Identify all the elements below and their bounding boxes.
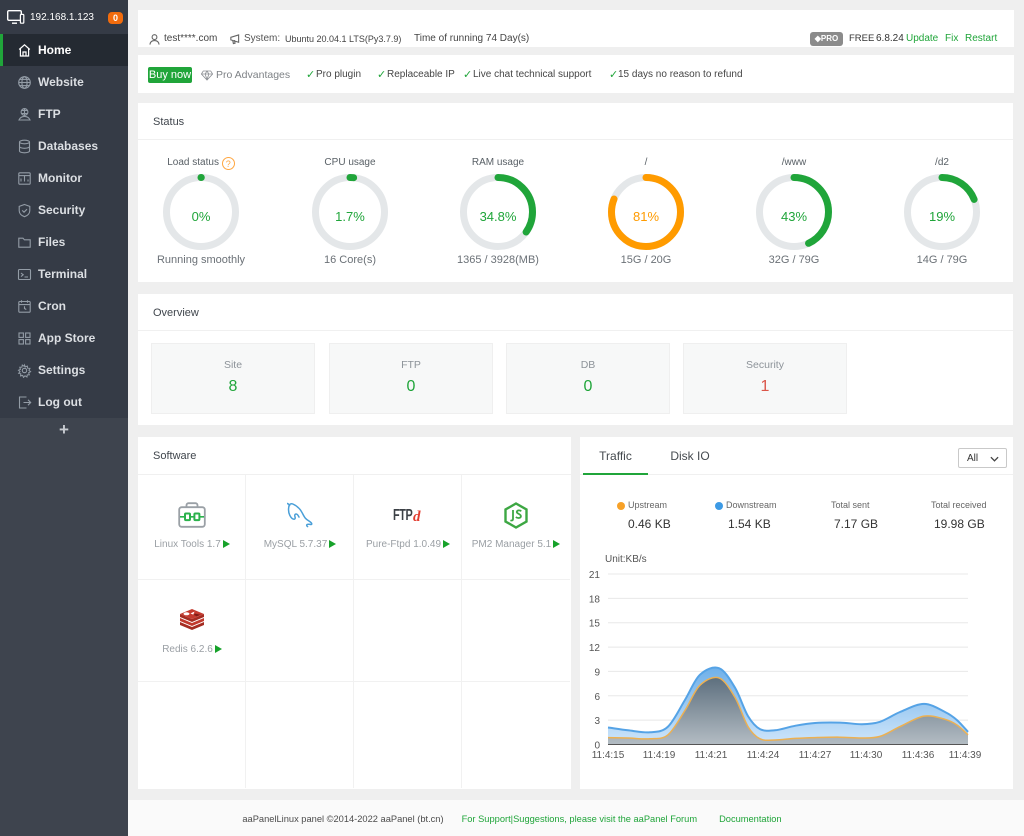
svg-text:11:4:30: 11:4:30 [850,750,883,761]
svg-text:11:4:39: 11:4:39 [949,750,982,761]
svg-text:6: 6 [594,692,600,703]
svg-text:12: 12 [589,643,601,654]
svg-text:9: 9 [594,667,600,678]
svg-text:d: d [413,509,421,524]
svg-text:11:4:24: 11:4:24 [747,750,780,761]
svg-text:11:4:19: 11:4:19 [643,750,676,761]
svg-text:18: 18 [589,594,601,605]
svg-text:11:4:27: 11:4:27 [799,750,832,761]
svg-text:11:4:21: 11:4:21 [695,750,728,761]
svg-text:11:4:15: 11:4:15 [592,750,625,761]
svg-text:21: 21 [589,570,601,581]
svg-text:15: 15 [589,619,601,630]
svg-text:3: 3 [594,716,600,727]
svg-text:FTP: FTP [393,506,413,524]
svg-text:11:4:36: 11:4:36 [902,750,935,761]
